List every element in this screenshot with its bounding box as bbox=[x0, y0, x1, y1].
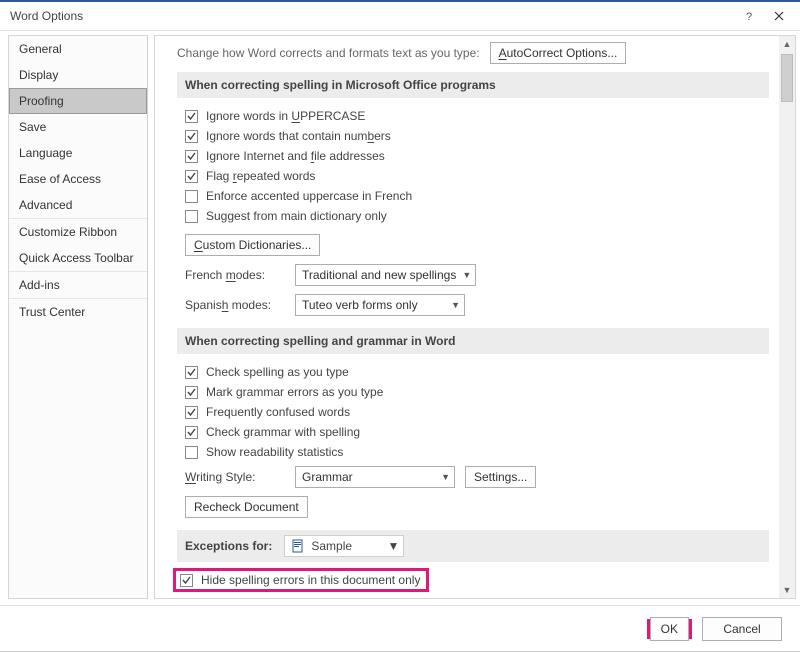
word-checkbox-3[interactable] bbox=[185, 426, 198, 439]
exceptions-label: Exceptions for: bbox=[185, 539, 272, 553]
sidebar-item-language[interactable]: Language bbox=[9, 140, 147, 166]
office-check-label: Ignore words in UPPERCASE bbox=[206, 109, 365, 123]
highlight-hide-spelling: Hide spelling errors in this document on… bbox=[173, 568, 429, 592]
office-checkbox-0[interactable] bbox=[185, 110, 198, 123]
cancel-button[interactable]: Cancel bbox=[702, 617, 782, 641]
word-check-label: Check grammar with spelling bbox=[206, 425, 360, 439]
dialog-footer: OK Cancel bbox=[0, 605, 800, 651]
content: Change how Word corrects and formats tex… bbox=[155, 36, 779, 598]
sidebar-item-add-ins[interactable]: Add-ins bbox=[9, 272, 147, 298]
word-check-row: Check grammar with spelling bbox=[177, 422, 769, 442]
word-checkbox-0[interactable] bbox=[185, 366, 198, 379]
office-check-row: Ignore words that contain numbers bbox=[177, 126, 769, 146]
close-icon[interactable] bbox=[764, 4, 794, 28]
settings-button[interactable]: Settings... bbox=[465, 466, 536, 488]
content-wrap: Change how Word corrects and formats tex… bbox=[154, 35, 796, 599]
custom-dictionaries-button[interactable]: Custom Dictionaries... bbox=[185, 234, 320, 256]
ok-button[interactable]: OK bbox=[650, 617, 689, 641]
sidebar-item-advanced[interactable]: Advanced bbox=[9, 192, 147, 218]
office-checkbox-3[interactable] bbox=[185, 170, 198, 183]
sidebar-item-proofing[interactable]: Proofing bbox=[9, 88, 147, 114]
office-check-row: Ignore Internet and file addresses bbox=[177, 146, 769, 166]
word-checkbox-1[interactable] bbox=[185, 386, 198, 399]
sidebar-item-general[interactable]: General bbox=[9, 36, 147, 62]
sidebar-item-save[interactable]: Save bbox=[9, 114, 147, 140]
scroll-down-icon[interactable]: ▼ bbox=[779, 582, 795, 598]
dialog-title: Word Options bbox=[10, 9, 83, 23]
scroll-track[interactable] bbox=[779, 52, 795, 582]
hide-grammar-checkbox[interactable] bbox=[185, 598, 198, 599]
office-check-row: Suggest from main dictionary only bbox=[177, 206, 769, 226]
chevron-down-icon: ▼ bbox=[462, 270, 471, 280]
word-check-label: Check spelling as you type bbox=[206, 365, 349, 379]
hide-spelling-checkbox[interactable] bbox=[180, 574, 193, 587]
hide-grammar-label: Hide grammar errors in this document onl… bbox=[206, 597, 433, 598]
word-options-dialog: Word Options ? GeneralDisplayProofingSav… bbox=[0, 0, 800, 652]
scroll-thumb[interactable] bbox=[781, 54, 793, 102]
chevron-down-icon: ▼ bbox=[441, 472, 450, 482]
office-checkbox-2[interactable] bbox=[185, 150, 198, 163]
section-exceptions: Exceptions for: Sample ▼ bbox=[177, 530, 769, 562]
chevron-down-icon: ▼ bbox=[387, 539, 399, 553]
autocorrect-options-button[interactable]: AAutoCorrect Options...utoCorrect Option… bbox=[490, 42, 627, 64]
highlight-ok: OK bbox=[647, 619, 692, 639]
exceptions-document-select[interactable]: Sample ▼ bbox=[284, 535, 404, 557]
word-check-row: Check spelling as you type bbox=[177, 362, 769, 382]
scroll-up-icon[interactable]: ▲ bbox=[779, 36, 795, 52]
office-checkbox-4[interactable] bbox=[185, 190, 198, 203]
hide-spelling-label: Hide spelling errors in this document on… bbox=[201, 573, 420, 587]
office-check-label: Ignore Internet and file addresses bbox=[206, 149, 385, 163]
writing-style-label: Writing Style: bbox=[185, 470, 285, 484]
writing-style-select[interactable]: Grammar ▼ bbox=[295, 466, 455, 488]
sidebar-item-trust-center[interactable]: Trust Center bbox=[9, 299, 147, 325]
word-checkbox-4[interactable] bbox=[185, 446, 198, 459]
titlebar: Word Options ? bbox=[0, 2, 800, 30]
sidebar-item-ease-of-access[interactable]: Ease of Access bbox=[9, 166, 147, 192]
office-check-row: Enforce accented uppercase in French bbox=[177, 186, 769, 206]
office-checkbox-1[interactable] bbox=[185, 130, 198, 143]
word-check-label: Mark grammar errors as you type bbox=[206, 385, 383, 399]
spanish-modes-select[interactable]: Tuteo verb forms only ▼ bbox=[295, 294, 465, 316]
office-check-row: Flag repeated words bbox=[177, 166, 769, 186]
help-icon[interactable]: ? bbox=[734, 4, 764, 28]
sidebar: GeneralDisplayProofingSaveLanguageEase o… bbox=[8, 35, 148, 599]
document-icon bbox=[291, 539, 305, 553]
word-check-label: Frequently confused words bbox=[206, 405, 350, 419]
french-modes-select[interactable]: Traditional and new spellings ▼ bbox=[295, 264, 476, 286]
section-spelling-word: When correcting spelling and grammar in … bbox=[177, 328, 769, 354]
office-check-label: Enforce accented uppercase in French bbox=[206, 189, 412, 203]
spanish-modes-label: Spanish modes: bbox=[185, 298, 285, 312]
word-check-label: Show readability statistics bbox=[206, 445, 343, 459]
intro-row: Change how Word corrects and formats tex… bbox=[177, 42, 769, 64]
word-check-row: Mark grammar errors as you type bbox=[177, 382, 769, 402]
office-check-label: Flag repeated words bbox=[206, 169, 315, 183]
recheck-document-button[interactable]: Recheck Document bbox=[185, 496, 308, 518]
intro-text: Change how Word corrects and formats tex… bbox=[177, 46, 480, 60]
chevron-down-icon: ▼ bbox=[451, 300, 460, 310]
office-check-label: Suggest from main dictionary only bbox=[206, 209, 387, 223]
word-checkbox-2[interactable] bbox=[185, 406, 198, 419]
scrollbar[interactable]: ▲ ▼ bbox=[779, 36, 795, 598]
word-check-row: Frequently confused words bbox=[177, 402, 769, 422]
french-modes-label: French modes: bbox=[185, 268, 285, 282]
sidebar-item-customize-ribbon[interactable]: Customize Ribbon bbox=[9, 219, 147, 245]
word-check-row: Show readability statistics bbox=[177, 442, 769, 462]
section-spelling-office: When correcting spelling in Microsoft Of… bbox=[177, 72, 769, 98]
office-check-row: Ignore words in UPPERCASE bbox=[177, 106, 769, 126]
office-check-label: Ignore words that contain numbers bbox=[206, 129, 391, 143]
office-checkbox-5[interactable] bbox=[185, 210, 198, 223]
sidebar-item-quick-access-toolbar[interactable]: Quick Access Toolbar bbox=[9, 245, 147, 271]
svg-text:?: ? bbox=[746, 11, 752, 22]
sidebar-item-display[interactable]: Display bbox=[9, 62, 147, 88]
dialog-body: GeneralDisplayProofingSaveLanguageEase o… bbox=[0, 30, 800, 605]
